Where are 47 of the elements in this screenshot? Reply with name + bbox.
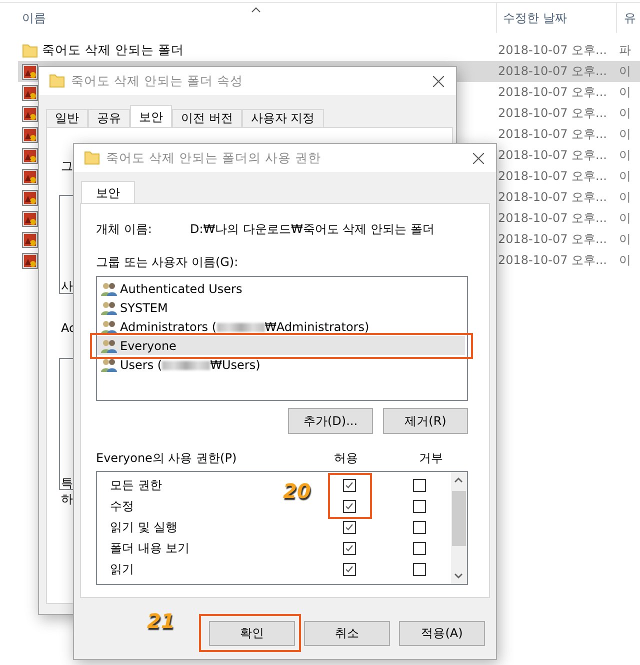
partial-label: 그: [61, 158, 73, 175]
step-number: 21: [147, 609, 175, 633]
window-title: 죽어도 삭제 안되는 폴더의 사용 권한: [106, 150, 322, 166]
partial-label: 특: [61, 475, 73, 492]
file-date: 2018-10-07 오후...: [498, 147, 608, 164]
principal-name: Users ( ₩Users): [120, 358, 260, 372]
permission-name: 모든 권한: [110, 477, 162, 494]
file-type: 파: [619, 42, 631, 59]
file-date: 2018-10-07 오후...: [498, 63, 608, 80]
file-date: 2018-10-07 오후...: [498, 210, 608, 227]
window-title: 죽어도 삭제 안되는 폴더 속성: [71, 72, 244, 90]
file-type: 이: [619, 252, 631, 269]
file-type: 이: [619, 231, 631, 248]
file-date: 2018-10-07 오후...: [498, 252, 608, 269]
principal-name: Everyone: [120, 338, 176, 352]
file-date: 2018-10-07 오후...: [498, 189, 608, 206]
partial-label: 사: [61, 278, 73, 295]
group-label: 그룹 또는 사용자 이름(G):: [96, 254, 240, 271]
file-date: 2018-10-07 오후...: [498, 168, 608, 185]
object-name-label: 개체 이름:: [96, 220, 153, 238]
permission-name: 수정: [110, 498, 134, 515]
file-date: 2018-10-07 오후...: [498, 231, 608, 248]
file-date: 2018-10-07 오후...: [498, 105, 608, 122]
file-name: 죽어도 삭제 안되는 폴더: [42, 42, 185, 59]
partial-label: 하: [61, 491, 73, 508]
permission-name: 읽기: [110, 561, 134, 578]
file-type: 이: [619, 189, 631, 206]
file-date: 2018-10-07 오후...: [498, 84, 608, 101]
permissions-label: Everyone의 사용 권한(P): [96, 450, 237, 466]
file-type: 이: [619, 147, 631, 164]
permission-name: 폴더 내용 보기: [110, 540, 190, 557]
principal-name: Authenticated Users: [120, 282, 242, 296]
file-type: 이: [619, 105, 631, 122]
file-date: 2018-10-07 오후...: [498, 42, 608, 59]
principal-name: Administrators ( ₩Administrators): [120, 320, 370, 334]
file-date: 2018-10-07 오후...: [498, 126, 608, 143]
permission-name: 읽기 및 실행: [110, 519, 178, 536]
column-header: 거부: [418, 450, 444, 466]
object-path: D:₩나의 다운로드₩죽어도 삭제 안되는 폴더: [190, 220, 434, 238]
column-header: 허용: [333, 450, 359, 466]
file-type: 이: [619, 63, 631, 80]
file-type: 이: [619, 84, 631, 101]
file-type: 이: [619, 126, 631, 143]
file-type: 이: [619, 168, 631, 185]
file-type: 이: [619, 210, 631, 227]
step-number: 20: [283, 479, 311, 503]
principal-name: SYSTEM: [120, 300, 168, 314]
